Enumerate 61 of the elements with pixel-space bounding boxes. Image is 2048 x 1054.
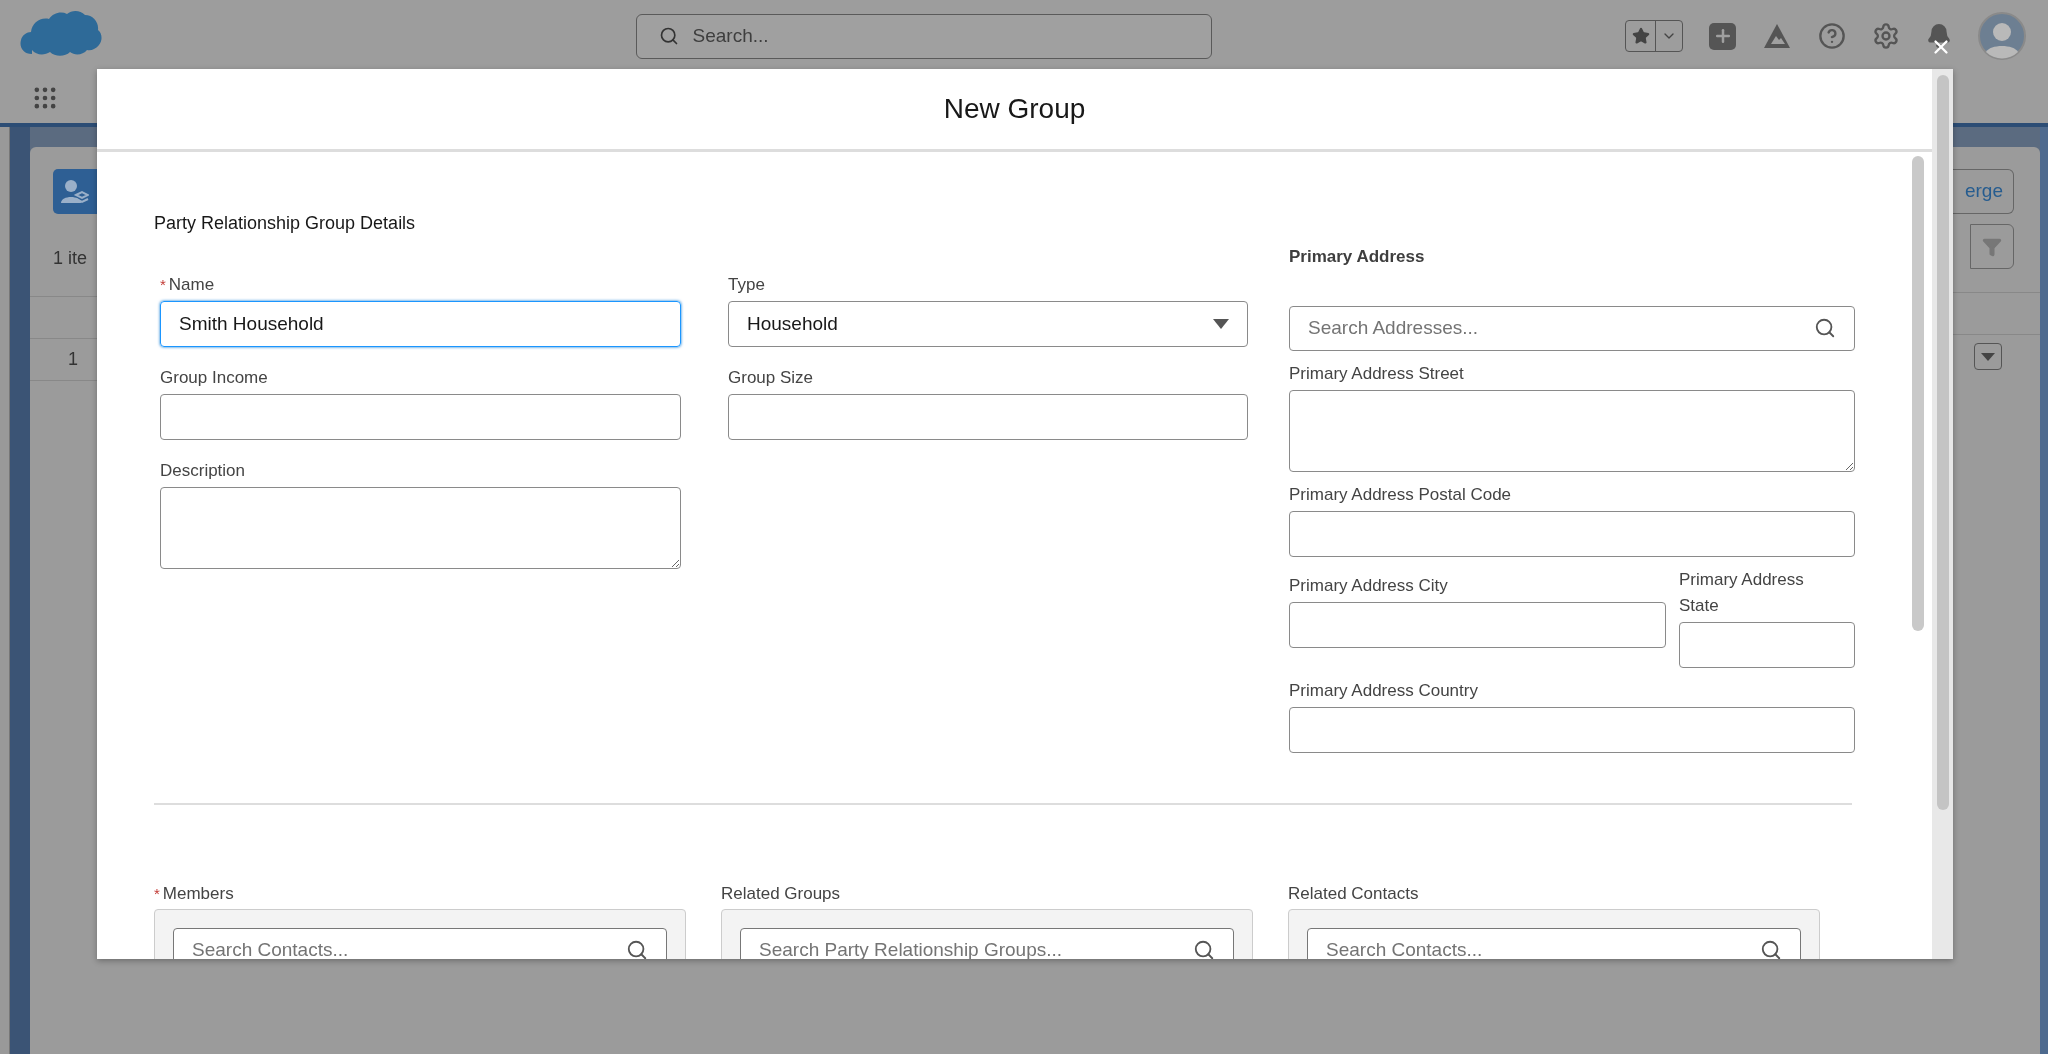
caret-icon: [1213, 319, 1229, 329]
text-area[interactable]: [160, 487, 681, 569]
text-field[interactable]: Smith Household: [160, 301, 681, 347]
row-menu-button[interactable]: [1974, 343, 2002, 370]
scrollbar-thumb[interactable]: [1936, 75, 1949, 810]
search-icon: [1814, 317, 1836, 339]
field-label: Description: [160, 460, 246, 482]
filter-icon: [1982, 236, 2002, 257]
star-icon: [1631, 27, 1650, 45]
field-label: Primary Address State: [1679, 568, 1805, 617]
section-heading: Primary Address: [1289, 246, 1426, 268]
text-field[interactable]: [160, 394, 681, 440]
search-icon: [626, 939, 648, 959]
type-dropdown[interactable]: Household: [728, 301, 1248, 347]
text-field[interactable]: [1289, 510, 1855, 557]
search-input[interactable]: Search Party Relationship Groups...: [759, 935, 1193, 959]
search-icon: [1193, 939, 1215, 959]
required-asterisk: *: [154, 883, 160, 904]
help-icon[interactable]: [1818, 22, 1846, 50]
search-field[interactable]: Search Contacts...: [173, 927, 667, 959]
field-label: Members: [162, 882, 234, 905]
scrollbar-thumb[interactable]: [1912, 156, 1924, 631]
text-field[interactable]: [1289, 601, 1666, 648]
field-label: Related Contacts: [1288, 882, 1419, 905]
item-count: 1 ite: [53, 247, 89, 270]
search-field[interactable]: Search Contacts...: [1307, 927, 1801, 959]
search-field[interactable]: Search Party Relationship Groups...: [740, 927, 1234, 959]
filter-button[interactable]: [1970, 224, 2014, 269]
text-field[interactable]: [728, 394, 1248, 440]
section-title: Party Relationship Group Details: [154, 212, 417, 234]
notifications-icon[interactable]: [1926, 23, 1952, 49]
text-field[interactable]: [1289, 706, 1855, 753]
field-label: Primary Address Country: [1289, 679, 1478, 702]
search-icon: [1760, 939, 1782, 959]
settings-icon[interactable]: [1872, 22, 1900, 50]
text-field[interactable]: [1679, 621, 1855, 668]
field-label: Primary Address Street: [1289, 362, 1464, 385]
search-field[interactable]: Search...: [635, 13, 1212, 59]
avatar-icon[interactable]: [1978, 12, 2026, 60]
row-number: 1: [68, 348, 78, 371]
search-input[interactable]: Search Contacts...: [192, 935, 626, 959]
modal-title: New Group: [943, 92, 1086, 126]
field-label: Group Size: [728, 367, 814, 389]
field-label: Type: [728, 274, 765, 296]
add-button[interactable]: [1709, 22, 1736, 50]
field-label: Related Groups: [721, 882, 841, 905]
search-input[interactable]: Search Contacts...: [1326, 935, 1760, 959]
favorites-button[interactable]: [1625, 20, 1683, 52]
search-field[interactable]: Search Addresses...: [1289, 305, 1855, 351]
person-icon: [61, 178, 89, 205]
field-label: Primary Address City: [1289, 574, 1448, 597]
field-label: Group Income: [160, 367, 268, 389]
search-icon: [658, 26, 679, 46]
search-input[interactable]: Search...: [692, 21, 1189, 51]
mountain-icon[interactable]: [1762, 22, 1792, 50]
caret-icon: [1981, 352, 1995, 361]
field-label: Primary Address Postal Code: [1289, 483, 1512, 506]
required-asterisk: *: [160, 275, 166, 295]
text-area[interactable]: [1289, 389, 1855, 472]
field-label: Name: [168, 274, 215, 296]
search-input[interactable]: Search Addresses...: [1308, 313, 1814, 343]
